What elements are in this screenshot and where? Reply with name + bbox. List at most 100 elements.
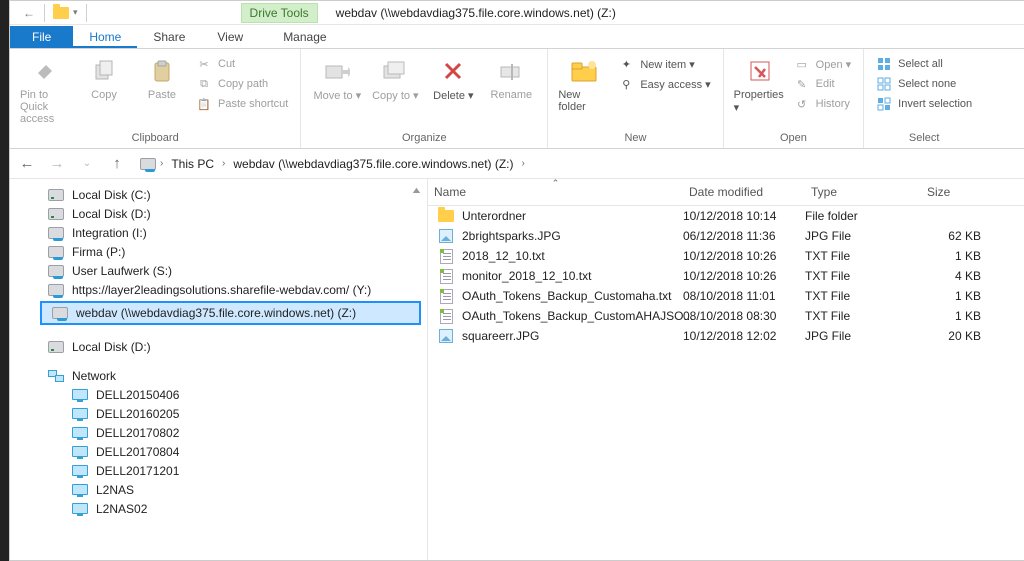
- nav-recent-button[interactable]: ⌄: [76, 153, 98, 175]
- computer-icon: [72, 427, 88, 438]
- chevron-down-icon[interactable]: ▾: [73, 7, 78, 18]
- disk-icon: [48, 208, 64, 220]
- nav-integration[interactable]: Integration (I:): [10, 223, 427, 242]
- nav-webdav[interactable]: webdav (\\webdavdiag375.file.core.window…: [40, 301, 421, 325]
- computer-icon: [72, 408, 88, 419]
- nav-network[interactable]: Network: [10, 366, 427, 385]
- col-size[interactable]: Size: [921, 185, 991, 199]
- nav-pc[interactable]: DELL20170802: [10, 423, 427, 442]
- select-all-icon: [876, 56, 892, 72]
- nav-local-c[interactable]: Local Disk (C:): [10, 185, 427, 204]
- nav-user[interactable]: User Laufwerk (S:): [10, 261, 427, 280]
- tab-manage[interactable]: Manage: [267, 26, 342, 48]
- nav-pc[interactable]: DELL20160205: [10, 404, 427, 423]
- file-row[interactable]: OAuth_Tokens_Backup_CustomAHAJSO...08/10…: [428, 306, 1024, 326]
- explorer-window: ← ▾ Drive Tools webdav (\\webdavdiag375.…: [9, 0, 1024, 561]
- paste-shortcut-button[interactable]: 📋 Paste shortcut: [194, 95, 290, 113]
- tab-share[interactable]: Share: [137, 26, 201, 48]
- nav-up-button[interactable]: ↑: [106, 153, 128, 175]
- open-icon: ▭: [794, 56, 810, 72]
- new-item-button[interactable]: ✦ New item ▾: [616, 55, 712, 73]
- file-type: TXT File: [805, 269, 921, 283]
- computer-icon: [72, 389, 88, 400]
- group-open: Properties ▾ ▭ Open ▾ ✎ Edit ↺ History: [724, 49, 865, 148]
- tab-file[interactable]: File: [10, 26, 73, 48]
- file-row[interactable]: monitor_2018_12_10.txt10/12/2018 10:26TX…: [428, 266, 1024, 286]
- file-name: monitor_2018_12_10.txt: [462, 269, 591, 283]
- tab-home[interactable]: Home: [73, 26, 137, 48]
- drive-tools-tab[interactable]: Drive Tools: [241, 3, 318, 23]
- cut-button[interactable]: ✂ Cut: [194, 55, 290, 73]
- folder-icon[interactable]: [53, 7, 69, 19]
- content-area: Local Disk (C:) Local Disk (D:) Integrat…: [10, 179, 1024, 560]
- file-type: TXT File: [805, 249, 921, 263]
- pin-button[interactable]: Pin to Quick access: [20, 53, 72, 125]
- file-name: OAuth_Tokens_Backup_Customaha.txt: [462, 289, 671, 303]
- nav-pc[interactable]: L2NAS02: [10, 499, 427, 518]
- nav-sharefile[interactable]: https://layer2leadingsolutions.sharefile…: [10, 280, 427, 299]
- file-row[interactable]: Unterordner10/12/2018 10:14File folder: [428, 206, 1024, 226]
- edit-button[interactable]: ✎ Edit: [792, 75, 854, 93]
- computer-icon: [72, 446, 88, 457]
- chevron-right-icon[interactable]: ›: [158, 158, 165, 169]
- file-size: 1 KB: [921, 309, 991, 323]
- crumb-this-pc[interactable]: This PC: [167, 157, 218, 171]
- file-date: 10/12/2018 10:14: [683, 209, 805, 223]
- network-icon: [48, 370, 64, 382]
- nav-forward-button[interactable]: →: [46, 153, 68, 175]
- new-item-icon: ✦: [618, 56, 634, 72]
- move-to-button[interactable]: Move to ▾: [311, 53, 363, 102]
- col-type[interactable]: Type: [805, 185, 921, 199]
- select-none-button[interactable]: Select none: [874, 75, 974, 93]
- computer-icon: [72, 484, 88, 495]
- invert-selection-button[interactable]: Invert selection: [874, 95, 974, 113]
- col-name[interactable]: ⌃Name: [428, 185, 683, 199]
- copy-to-button[interactable]: Copy to ▾: [369, 53, 421, 102]
- nav-local-d[interactable]: Local Disk (D:): [10, 204, 427, 223]
- text-file-icon: [440, 269, 453, 284]
- file-row[interactable]: 2brightsparks.JPG06/12/2018 11:36JPG Fil…: [428, 226, 1024, 246]
- breadcrumb[interactable]: › This PC › webdav (\\webdavdiag375.file…: [136, 152, 1024, 176]
- navigation-pane[interactable]: Local Disk (C:) Local Disk (D:) Integrat…: [10, 179, 428, 560]
- file-row[interactable]: 2018_12_10.txt10/12/2018 10:26TXT File1 …: [428, 246, 1024, 266]
- image-file-icon: [439, 329, 453, 343]
- window-title: webdav (\\webdavdiag375.file.core.window…: [336, 6, 616, 20]
- open-button[interactable]: ▭ Open ▾: [792, 55, 854, 73]
- nav-local-d2[interactable]: Local Disk (D:): [10, 337, 427, 356]
- file-list[interactable]: ⌃Name Date modified Type Size Unterordne…: [428, 179, 1024, 560]
- rename-button[interactable]: Rename: [485, 53, 537, 101]
- new-folder-button[interactable]: New folder: [558, 53, 610, 113]
- nav-pc[interactable]: DELL20170804: [10, 442, 427, 461]
- file-date: 08/10/2018 11:01: [683, 289, 805, 303]
- nav-pc[interactable]: DELL20150406: [10, 385, 427, 404]
- easy-access-button[interactable]: ⚲ Easy access ▾: [616, 75, 712, 93]
- nav-pc[interactable]: DELL20171201: [10, 461, 427, 480]
- tab-view[interactable]: View: [201, 26, 259, 48]
- select-all-button[interactable]: Select all: [874, 55, 974, 73]
- file-name: 2brightsparks.JPG: [462, 229, 561, 243]
- copy-path-button[interactable]: ⧉ Copy path: [194, 75, 290, 93]
- nav-back-button[interactable]: ←: [16, 153, 38, 175]
- easy-access-icon: ⚲: [618, 76, 634, 92]
- file-row[interactable]: OAuth_Tokens_Backup_Customaha.txt 08/10/2…: [428, 286, 1024, 306]
- file-type: JPG File: [805, 329, 921, 343]
- group-organize: Move to ▾ Copy to ▾ Delete ▾ Rename Orga…: [301, 49, 548, 148]
- nav-pc[interactable]: L2NAS: [10, 480, 427, 499]
- nav-firma[interactable]: Firma (P:): [10, 242, 427, 261]
- file-size: 1 KB: [921, 249, 991, 263]
- properties-button[interactable]: Properties ▾: [734, 53, 786, 114]
- chevron-right-icon[interactable]: ›: [520, 158, 527, 169]
- text-file-icon: [440, 289, 453, 304]
- history-button[interactable]: ↺ History: [792, 95, 854, 113]
- image-file-icon: [439, 229, 453, 243]
- delete-button[interactable]: Delete ▾: [427, 53, 479, 102]
- col-date[interactable]: Date modified: [683, 185, 805, 199]
- file-row[interactable]: squareerr.JPG10/12/2018 12:02JPG File20 …: [428, 326, 1024, 346]
- paste-shortcut-icon: 📋: [196, 96, 212, 112]
- back-arrow-icon[interactable]: ←: [22, 6, 36, 20]
- copy-button[interactable]: Copy: [78, 53, 130, 101]
- paste-button[interactable]: Paste: [136, 53, 188, 101]
- chevron-right-icon[interactable]: ›: [220, 158, 227, 169]
- crumb-current[interactable]: webdav (\\webdavdiag375.file.core.window…: [229, 157, 517, 171]
- network-drive-icon: [48, 227, 64, 239]
